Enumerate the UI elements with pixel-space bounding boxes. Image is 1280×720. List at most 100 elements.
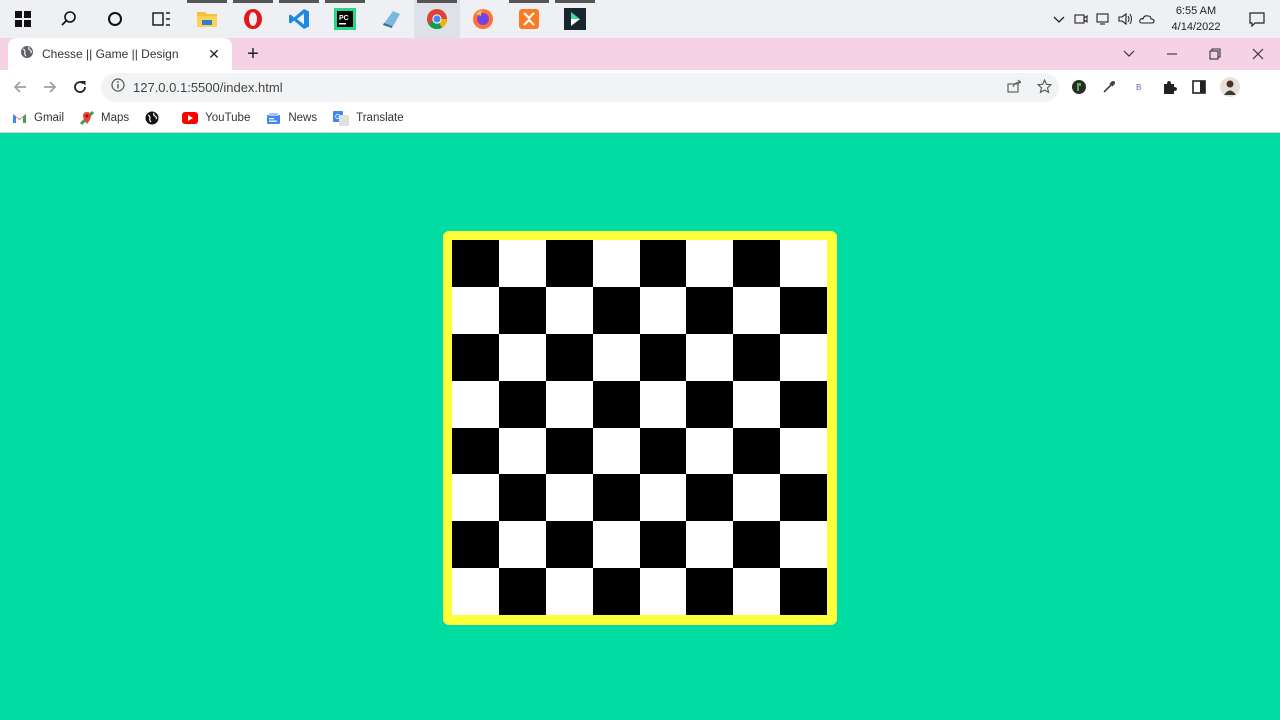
board-square-light[interactable] — [780, 427, 827, 475]
search-icon[interactable] — [46, 0, 92, 38]
board-square-light[interactable] — [545, 568, 593, 615]
board-square-dark[interactable] — [545, 240, 593, 287]
board-square-dark[interactable] — [452, 427, 499, 475]
network-icon[interactable] — [1092, 0, 1114, 38]
board-square-light[interactable] — [545, 380, 593, 428]
windows-start-icon[interactable] — [0, 0, 46, 38]
address-bar[interactable]: 127.0.0.1:5500/index.html — [101, 73, 1059, 102]
camera-icon[interactable] — [1070, 0, 1092, 38]
board-square-light[interactable] — [639, 380, 687, 428]
board-square-light[interactable] — [733, 568, 781, 615]
system-clock[interactable]: 6:55 AM 4/14/2022 — [1162, 3, 1230, 35]
puzzle-icon[interactable] — [1157, 75, 1181, 99]
board-square-light[interactable] — [733, 474, 781, 522]
board-square-dark[interactable] — [733, 333, 781, 381]
share-icon[interactable] — [999, 79, 1029, 96]
onedrive-icon[interactable] — [1136, 0, 1158, 38]
board-square-light[interactable] — [498, 427, 546, 475]
board-square-dark[interactable] — [733, 240, 781, 287]
board-square-light[interactable] — [639, 568, 687, 615]
board-square-light[interactable] — [452, 380, 499, 428]
board-square-light[interactable] — [686, 427, 734, 475]
board-square-light[interactable] — [686, 240, 734, 287]
back-button[interactable] — [8, 75, 32, 99]
board-square-dark[interactable] — [592, 474, 640, 522]
board-square-dark[interactable] — [733, 521, 781, 569]
bookmark-gmail[interactable]: Gmail — [12, 112, 64, 124]
board-square-dark[interactable] — [592, 286, 640, 334]
file-explorer-icon[interactable] — [184, 0, 230, 38]
notepad-icon[interactable] — [368, 0, 414, 38]
restore-icon[interactable] — [1192, 38, 1238, 70]
board-square-light[interactable] — [498, 240, 546, 287]
firefox-icon[interactable] — [460, 0, 506, 38]
board-square-light[interactable] — [498, 333, 546, 381]
bookmark-star-icon[interactable] — [1029, 78, 1059, 97]
board-square-dark[interactable] — [452, 333, 499, 381]
board-square-light[interactable] — [686, 521, 734, 569]
vscode-icon[interactable] — [276, 0, 322, 38]
board-square-light[interactable] — [592, 427, 640, 475]
board-square-dark[interactable] — [780, 474, 827, 522]
info-icon[interactable] — [111, 78, 125, 97]
bookmark-globe[interactable] — [145, 111, 166, 125]
avatar[interactable] — [1218, 75, 1242, 99]
board-square-dark[interactable] — [780, 380, 827, 428]
board-square-dark[interactable] — [686, 568, 734, 615]
new-tab-button[interactable]: + — [242, 43, 264, 65]
board-square-dark[interactable] — [452, 240, 499, 287]
board-square-dark[interactable] — [545, 427, 593, 475]
bookmark-translate[interactable]: G Translate — [333, 110, 404, 126]
board-square-light[interactable] — [592, 333, 640, 381]
chevron-up-icon[interactable] — [1048, 0, 1070, 38]
board-square-dark[interactable] — [686, 474, 734, 522]
browser-tab[interactable]: Chesse || Game || Design ✕ — [8, 38, 232, 70]
board-square-dark[interactable] — [733, 427, 781, 475]
board-square-dark[interactable] — [592, 380, 640, 428]
board-square-light[interactable] — [452, 568, 499, 615]
board-square-light[interactable] — [452, 286, 499, 334]
board-square-dark[interactable] — [545, 333, 593, 381]
board-square-dark[interactable] — [639, 333, 687, 381]
board-square-light[interactable] — [592, 521, 640, 569]
xampp-icon[interactable] — [506, 0, 552, 38]
board-square-dark[interactable] — [498, 568, 546, 615]
volume-icon[interactable] — [1114, 0, 1136, 38]
url-text[interactable]: 127.0.0.1:5500/index.html — [133, 80, 999, 95]
b-extension-icon[interactable]: B — [1127, 75, 1151, 99]
board-square-dark[interactable] — [639, 427, 687, 475]
board-square-light[interactable] — [592, 240, 640, 287]
board-square-light[interactable] — [498, 521, 546, 569]
board-square-light[interactable] — [780, 521, 827, 569]
task-view-icon[interactable] — [138, 0, 184, 38]
close-window-icon[interactable] — [1235, 38, 1280, 70]
tab-search-icon[interactable] — [1106, 38, 1152, 70]
board-square-dark[interactable] — [452, 521, 499, 569]
board-square-light[interactable] — [452, 474, 499, 522]
board-square-dark[interactable] — [498, 474, 546, 522]
board-square-light[interactable] — [545, 474, 593, 522]
board-square-dark[interactable] — [639, 521, 687, 569]
pycharm-icon[interactable]: PC — [322, 0, 368, 38]
bookmark-news[interactable]: News — [266, 112, 317, 125]
bookmark-youtube[interactable]: YouTube — [182, 112, 250, 124]
board-square-light[interactable] — [639, 474, 687, 522]
minimize-icon[interactable] — [1149, 38, 1195, 70]
board-square-light[interactable] — [686, 333, 734, 381]
board-square-light[interactable] — [780, 240, 827, 287]
opera-icon[interactable] — [230, 0, 276, 38]
reload-button[interactable] — [68, 75, 92, 99]
side-panel-icon[interactable] — [1187, 75, 1211, 99]
cortana-icon[interactable] — [92, 0, 138, 38]
board-square-dark[interactable] — [545, 521, 593, 569]
board-square-dark[interactable] — [639, 240, 687, 287]
close-tab-icon[interactable]: ✕ — [206, 46, 222, 63]
eyedropper-icon[interactable] — [1097, 75, 1121, 99]
board-square-dark[interactable] — [686, 286, 734, 334]
board-square-light[interactable] — [733, 286, 781, 334]
bookmark-maps[interactable]: Maps — [80, 111, 129, 125]
board-square-light[interactable] — [733, 380, 781, 428]
app-icon[interactable] — [552, 0, 598, 38]
board-square-dark[interactable] — [686, 380, 734, 428]
board-square-light[interactable] — [639, 286, 687, 334]
